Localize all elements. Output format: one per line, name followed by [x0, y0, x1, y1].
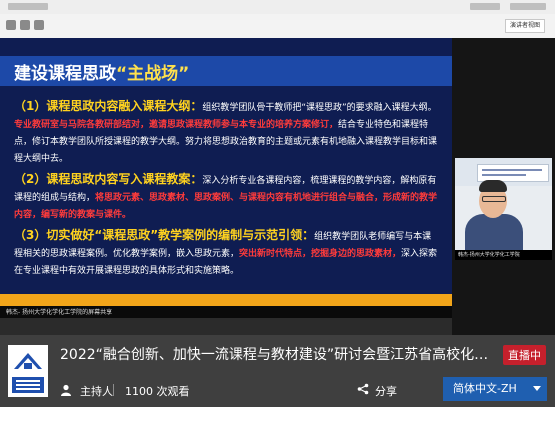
language-label: 简体中文-ZH [453, 382, 517, 395]
meeting-top-strip [0, 0, 555, 14]
divider [113, 384, 114, 396]
slide-point: （2）课程思政内容写入课程教案：深入分析专业各课程内容，梳理课程的教学内容，解构… [14, 171, 440, 224]
channel-logo [8, 345, 48, 397]
pen-icon[interactable] [20, 20, 30, 30]
slide-point: （1）课程思政内容融入课程大纲：组织教学团队骨干教师把“课程思政”的要求融入课程… [14, 98, 440, 168]
language-select[interactable]: 简体中文-ZH [443, 377, 547, 401]
share-icon[interactable] [357, 383, 369, 395]
slide-footer-band [0, 294, 452, 306]
pointer-icon[interactable] [34, 20, 44, 30]
menu-icon[interactable] [6, 20, 16, 30]
share-button[interactable]: 分享 [375, 383, 397, 399]
presenter-view-button[interactable]: 演讲者视图 [505, 19, 546, 33]
book-stack-icon [14, 353, 42, 369]
slide-title: 建设课程思政“主战场” [14, 64, 190, 84]
slide-title-bar: 建设课程思政“主战场” [0, 56, 452, 86]
host-label[interactable]: 主持人 [80, 383, 113, 399]
live-info-bar: 2022“融合创新、加快一流课程与教材建设”研讨会暨江苏省高校化学化工… 直播中… [0, 335, 555, 407]
user-icon [61, 384, 71, 396]
slide-body: （1）课程思政内容融入课程大纲：组织教学团队骨干教师把“课程思政”的要求融入课程… [14, 98, 440, 283]
point-heading: （2）课程思政内容写入课程教案： [14, 172, 203, 186]
presentation-slide: 建设课程思政“主战场” （1）课程思政内容融入课程大纲：组织教学团队骨干教师把“… [0, 38, 452, 318]
view-count: 1100 次观看 [125, 385, 190, 398]
point-text: 组织教学团队骨干教师把“课程思政”的要求融入课程大纲。 [202, 103, 437, 113]
live-status-badge: 直播中 [503, 345, 546, 365]
speaker-name-label: 韩杰-扬州大学化学化工学院 [455, 250, 552, 260]
presentation-toolbar: 演讲者视图 [0, 14, 555, 39]
video-panel: 韩杰-扬州大学化学化工学院 [452, 38, 555, 335]
point-emphasis: 突出新时代特点，挖掘身边的思政素材， [239, 249, 402, 259]
slide-point: （3）切实做好“课程思政”教学案例的编制与示范引领：组织教学团队老师编写与本课程… [14, 227, 440, 280]
point-heading: （1）课程思政内容融入课程大纲： [14, 99, 203, 113]
point-heading: （3）切实做好“课程思政”教学案例的编制与示范引领： [14, 228, 315, 242]
speaker-video[interactable] [455, 158, 552, 250]
broadcast-title: 2022“融合创新、加快一流课程与教材建设”研讨会暨江苏省高校化学化工… [60, 347, 490, 363]
shared-screen: 演讲者视图 建设课程思政“主战场” （1）课程思政内容融入课程大纲：组织教学团队… [0, 0, 555, 335]
screen-bottom-band [0, 318, 452, 335]
point-emphasis: 专业教研室与马院各教研部结对，邀请思政课程教师参与本专业的培养方案修订， [14, 120, 339, 130]
chevron-down-icon [533, 386, 541, 391]
screen-share-label: 韩杰- 扬州大学化学化工学院的屏幕共享 [0, 306, 452, 318]
